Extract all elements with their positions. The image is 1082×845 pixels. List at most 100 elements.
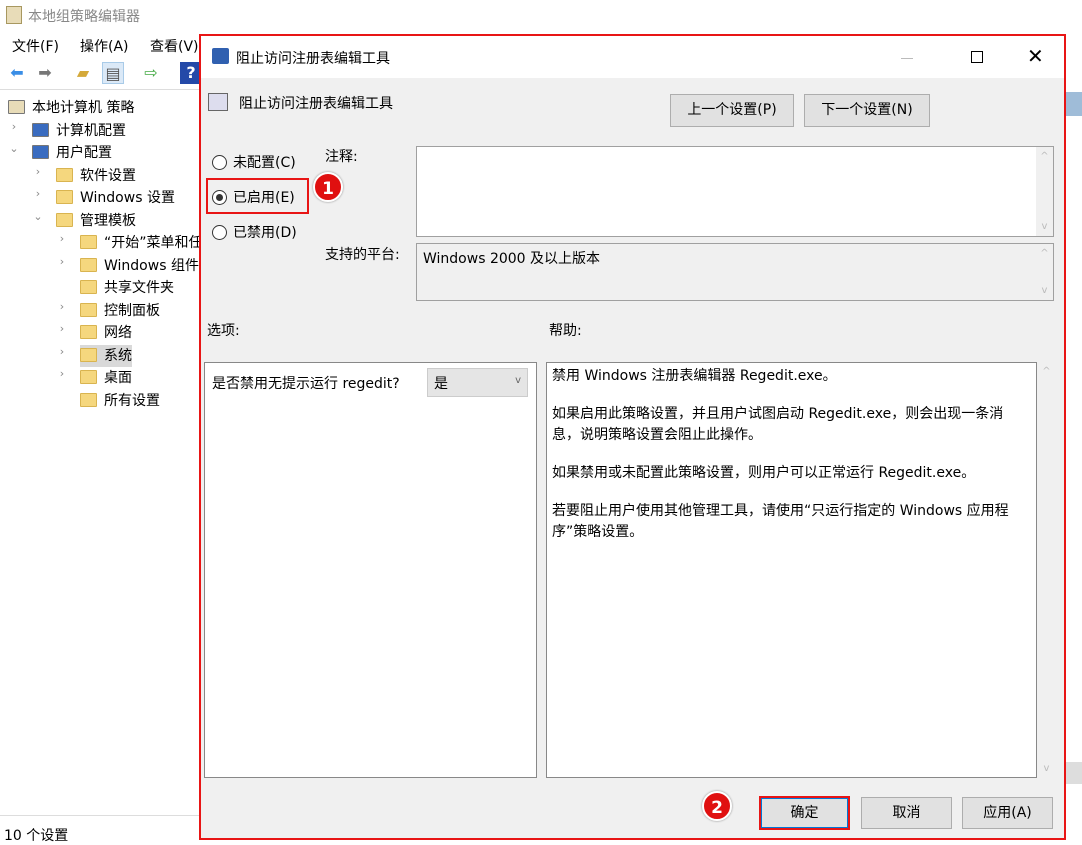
radio-label: 已禁用(D) (233, 225, 297, 241)
back-icon[interactable]: ⬅ (6, 62, 28, 84)
folder-icon (56, 167, 73, 182)
radio-disabled[interactable]: 已禁用(D) (212, 222, 297, 242)
tree-item[interactable]: 共享文件夹 (80, 277, 174, 299)
folder-icon (80, 347, 97, 362)
scrollbar[interactable]: ^ v (1036, 147, 1053, 236)
toolbar: ⬅ ➡ ▰ ▤ ⇨ ? (0, 56, 202, 90)
dialog-titlebar: 阻止访问注册表编辑工具 ✕ (201, 36, 1064, 78)
previous-setting-button[interactable]: 上一个设置(P) (670, 94, 794, 127)
folder-icon (32, 145, 49, 159)
radio-label: 未配置(C) (233, 155, 296, 171)
tree-item[interactable]: 系统 (80, 344, 132, 367)
window-title: 本地组策略编辑器 (28, 9, 140, 25)
help-paragraph: 如果启用此策略设置，并且用户试图启动 Regedit.exe，则会出现一条消息，… (552, 406, 1004, 443)
folder-icon (80, 235, 97, 249)
chevron-down-icon: v (515, 375, 521, 386)
platform-field: Windows 2000 及以上版本 ^ v (416, 243, 1054, 301)
tree-item-label: 控制面板 (104, 302, 160, 319)
background-window-strip (1066, 92, 1082, 116)
menu-view[interactable]: 查看(V) (150, 36, 199, 56)
tree-item-label: 共享文件夹 (104, 280, 174, 296)
option-select[interactable]: 是v (427, 368, 528, 397)
close-button[interactable]: ✕ (1027, 44, 1044, 68)
tree-item-label: 桌面 (104, 370, 132, 386)
help-label: 帮助: (549, 323, 582, 339)
apply-button[interactable]: 应用(A) (962, 797, 1053, 829)
cancel-button[interactable]: 取消 (861, 797, 952, 829)
show-hide-tree-icon[interactable]: ▤ (102, 62, 124, 84)
tree-item-label: “开始”菜单和任 (104, 235, 203, 251)
platform-value: Windows 2000 及以上版本 (423, 251, 601, 267)
tree-item-label: 用户配置 (56, 145, 112, 161)
help-paragraph: 若要阻止用户使用其他管理工具，请使用“只运行指定的 Windows 应用程序”策… (552, 503, 1009, 540)
tree-item-label: 计算机配置 (56, 122, 126, 139)
tree-item[interactable]: 网络 (80, 322, 132, 344)
chevron-down-icon[interactable]: ⌄ (32, 210, 44, 223)
forward-icon[interactable]: ➡ (34, 62, 56, 84)
background-window-strip (1066, 762, 1082, 784)
menu-file[interactable]: 文件(F) (12, 36, 59, 56)
options-label: 选项: (207, 323, 240, 339)
folder-icon (80, 280, 97, 294)
radio-circle[interactable] (212, 224, 227, 240)
radio-circle[interactable] (212, 154, 227, 170)
tree-item[interactable]: 用户配置 (32, 142, 112, 164)
tree-item[interactable]: 所有设置 (80, 390, 160, 412)
folder-icon (56, 190, 73, 204)
help-paragraph: 如果禁用或未配置此策略设置，则用户可以正常运行 Regedit.exe。 (552, 465, 976, 481)
chevron-down-icon[interactable]: ⌄ (8, 142, 20, 155)
chevron-right-icon[interactable]: › (32, 165, 44, 178)
export-list-icon[interactable]: ⇨ (140, 62, 162, 84)
tree-item-label: 软件设置 (80, 167, 136, 184)
up-folder-icon[interactable]: ▰ (72, 62, 94, 84)
app-icon (6, 6, 22, 24)
tree-item[interactable]: 本地计算机 策略 (8, 97, 134, 119)
dialog-title: 阻止访问注册表编辑工具 (236, 51, 390, 67)
tree-item[interactable]: “开始”菜单和任 (80, 232, 203, 254)
help-scrollbar[interactable]: ^ v (1038, 362, 1055, 778)
options-panel: 是否禁用无提示运行 regedit? 是v (204, 362, 537, 778)
tree-item[interactable]: Windows 设置 (56, 187, 175, 209)
tree-item[interactable]: Windows 组件 (80, 255, 199, 277)
chevron-right-icon[interactable]: › (56, 367, 68, 380)
step-1-badge: 1 (313, 172, 343, 202)
chevron-right-icon[interactable]: › (56, 300, 68, 313)
chevron-right-icon[interactable]: › (32, 187, 44, 200)
chevron-right-icon[interactable]: › (8, 120, 20, 133)
help-paragraph: 禁用 Windows 注册表编辑器 Regedit.exe。 (552, 368, 837, 384)
comment-label: 注释: (325, 149, 358, 165)
ok-button[interactable]: 确定 (759, 796, 850, 830)
tree-item[interactable]: 管理模板 (56, 210, 136, 232)
folder-icon (80, 370, 97, 384)
chevron-right-icon[interactable]: › (56, 322, 68, 335)
tree-item[interactable]: 桌面 (80, 367, 132, 389)
folder-icon (80, 392, 97, 407)
comment-textarea[interactable]: ^ v (416, 146, 1054, 237)
tree-item-label: Windows 组件 (104, 257, 199, 274)
tree-item[interactable]: 控制面板 (80, 300, 160, 322)
policy-icon (212, 48, 229, 64)
platform-label: 支持的平台: (325, 247, 400, 263)
status-bar: 10 个设置 (0, 815, 200, 844)
tree-item[interactable]: 软件设置 (56, 165, 136, 187)
folder-icon (80, 325, 97, 339)
tree-item[interactable]: 计算机配置 (32, 120, 126, 142)
minimize-button[interactable] (901, 58, 913, 59)
folder-icon (8, 100, 25, 114)
next-setting-button[interactable]: 下一个设置(N) (804, 94, 930, 127)
option-select-value: 是 (434, 376, 448, 392)
tree-item-label: 系统 (104, 347, 132, 364)
tree-item-label: 网络 (104, 325, 132, 341)
chevron-right-icon[interactable]: › (56, 232, 68, 245)
step-2-badge: 2 (702, 791, 732, 821)
chevron-right-icon[interactable]: › (56, 255, 68, 268)
chevron-right-icon[interactable]: › (56, 345, 68, 358)
folder-icon (32, 122, 49, 137)
option-prompt: 是否禁用无提示运行 regedit? (212, 376, 400, 392)
folder-icon (80, 302, 97, 317)
policy-dialog: 阻止访问注册表编辑工具 ✕ 阻止访问注册表编辑工具 上一个设置(P) 下一个设置… (199, 34, 1066, 840)
scrollbar[interactable]: ^ v (1036, 244, 1053, 300)
maximize-button[interactable] (971, 51, 983, 63)
menu-action[interactable]: 操作(A) (80, 36, 129, 56)
radio-not-configured[interactable]: 未配置(C) (212, 152, 296, 172)
